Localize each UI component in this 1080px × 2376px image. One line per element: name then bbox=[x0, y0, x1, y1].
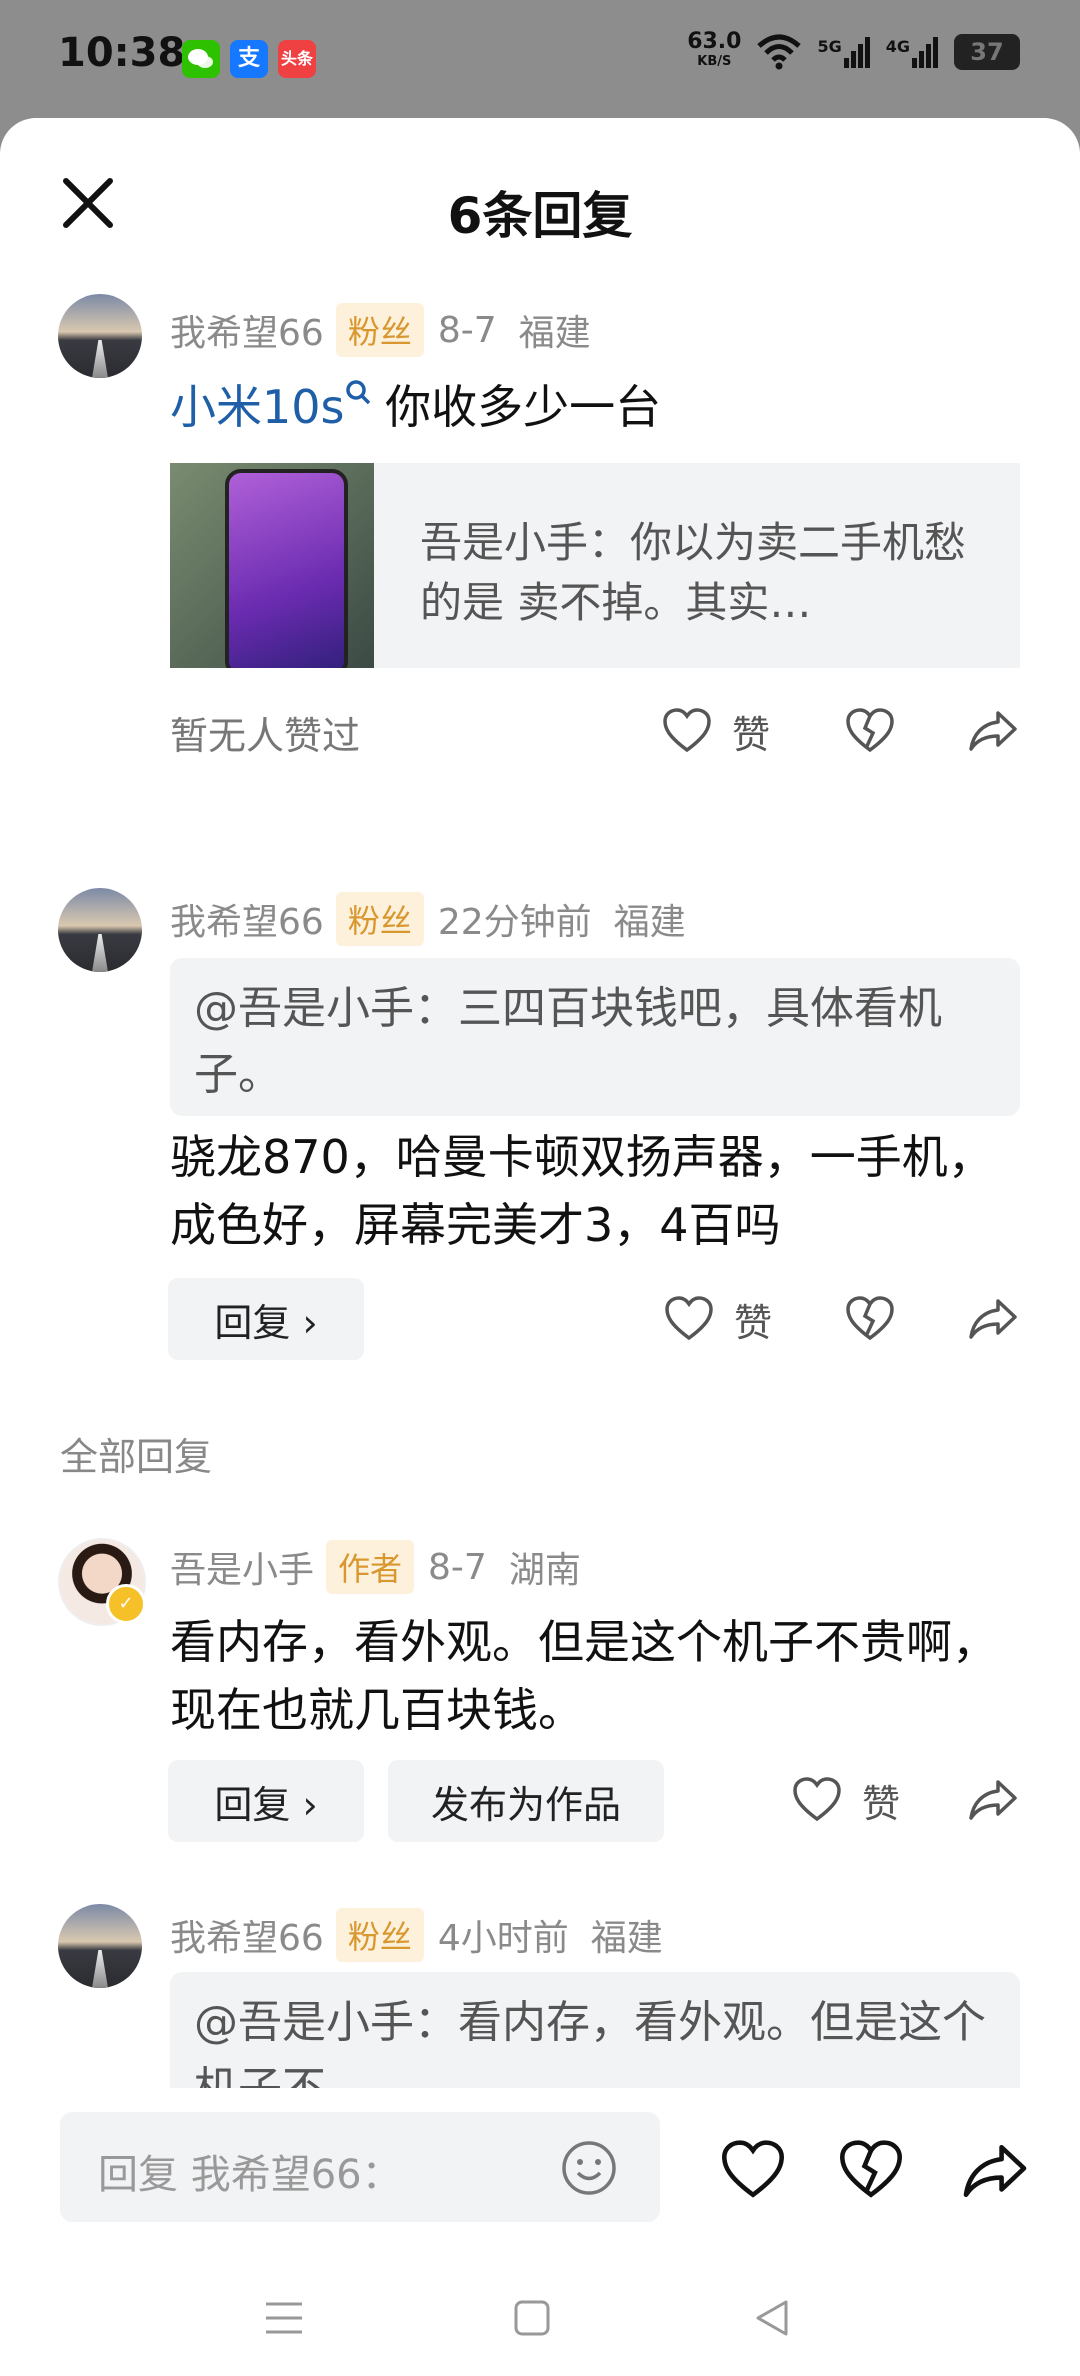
comment-time: 22分钟前 bbox=[437, 902, 592, 943]
comment-text: 骁龙870，哈曼卡顿双扬声器，一手机，成色好，屏幕完美才3，4百吗 bbox=[170, 1130, 994, 1252]
status-time: 10:38 bbox=[58, 30, 186, 76]
signal-5g-icon: 5G bbox=[817, 36, 870, 68]
toutiao-icon: 头条 bbox=[278, 40, 316, 78]
search-link[interactable]: 小米10s bbox=[170, 380, 371, 434]
fan-badge: 粉丝 bbox=[335, 1908, 424, 1962]
share-icon[interactable] bbox=[968, 1297, 1018, 1341]
quoted-reply[interactable]: @吾是小手：三四百块钱吧，具体看机子。 bbox=[170, 958, 1020, 1116]
username[interactable]: 我希望66 bbox=[170, 1909, 324, 1961]
reply-input-bar: 回复 我希望66： bbox=[0, 2088, 1080, 2258]
shared-post-card[interactable]: 吾是小手：你以为卖二手机愁的是 卖不掉。其实… bbox=[170, 463, 1020, 668]
username[interactable]: 我希望66 bbox=[170, 304, 324, 356]
comment-location: 福建 bbox=[613, 902, 686, 943]
comment-text: 小米10s 你收多少一台 bbox=[170, 380, 662, 434]
reply-location: 湖南 bbox=[508, 1550, 581, 1591]
post-thumbnail bbox=[170, 463, 374, 668]
reply-input-placeholder: 回复 我希望66： bbox=[98, 2152, 402, 2198]
no-likes-text: 暂无人赞过 bbox=[170, 714, 361, 758]
reply-input[interactable]: 回复 我希望66： bbox=[60, 2112, 660, 2222]
heart-icon bbox=[793, 1777, 841, 1822]
username[interactable]: 我希望66 bbox=[170, 893, 324, 945]
like-button[interactable]: 赞 bbox=[662, 701, 770, 761]
reply-time: 8-7 bbox=[428, 1546, 487, 1588]
alipay-icon: 支 bbox=[230, 40, 268, 78]
reply-location: 福建 bbox=[590, 1918, 663, 1959]
fan-badge: 粉丝 bbox=[335, 303, 424, 357]
reply-sheet: 6条回复 我希望66 粉丝 8-7 福建 小米10s 你收多少一台 吾是小手：你… bbox=[0, 118, 1080, 2376]
reply-text: 看内存，看外观。但是这个机子不贵啊，现在也就几百块钱。 bbox=[170, 1615, 998, 1737]
author-badge-icon: ✓ bbox=[106, 1584, 146, 1624]
back-icon[interactable] bbox=[752, 2298, 792, 2338]
share-icon[interactable] bbox=[962, 2142, 1028, 2200]
broken-heart-icon[interactable] bbox=[845, 1296, 895, 1342]
heart-icon bbox=[665, 1296, 713, 1341]
comment-actions: 暂无人赞过 赞 bbox=[170, 701, 1020, 761]
wechat-icon bbox=[182, 40, 220, 78]
broken-heart-icon[interactable] bbox=[845, 708, 895, 754]
reply-time: 4小时前 bbox=[437, 1918, 569, 1959]
reply-meta: 我希望66 粉丝 4小时前 福建 bbox=[170, 1908, 663, 1962]
status-indicators: 63.0 KB/S 5G 4G 37 bbox=[687, 29, 1020, 72]
emoji-icon[interactable] bbox=[560, 2139, 618, 2197]
reply-meta: 吾是小手 作者 8-7 湖南 bbox=[170, 1540, 581, 1594]
avatar[interactable] bbox=[58, 1904, 142, 1988]
comment-time: 8-7 bbox=[437, 309, 497, 351]
menu-icon[interactable] bbox=[262, 2298, 306, 2338]
comment-meta: 我希望66 粉丝 8-7 福建 bbox=[170, 303, 591, 357]
battery-icon: 37 bbox=[954, 34, 1020, 70]
signal-4g-icon: 4G bbox=[886, 36, 938, 68]
post-card-text: 吾是小手：你以为卖二手机愁的是 卖不掉。其实… bbox=[420, 518, 967, 627]
sheet-header: 6条回复 bbox=[0, 118, 1080, 288]
username[interactable]: 吾是小手 bbox=[170, 1541, 314, 1593]
system-nav-bar bbox=[0, 2258, 1080, 2376]
home-icon[interactable] bbox=[512, 2298, 552, 2338]
comment-actions: 赞 bbox=[170, 1289, 1020, 1349]
comment-location: 福建 bbox=[518, 313, 591, 354]
author-badge: 作者 bbox=[326, 1540, 415, 1594]
status-bar: 10:38 支 头条 63.0 KB/S 5G 4G 37 bbox=[0, 0, 1080, 118]
heart-icon bbox=[663, 708, 711, 753]
notification-icons: 支 头条 bbox=[182, 40, 316, 78]
like-button[interactable]: 赞 bbox=[792, 1770, 900, 1830]
wifi-icon bbox=[757, 34, 802, 70]
like-button[interactable]: 赞 bbox=[664, 1289, 772, 1349]
page-title: 6条回复 bbox=[447, 187, 633, 245]
share-icon[interactable] bbox=[968, 709, 1018, 753]
heart-icon[interactable] bbox=[720, 2140, 786, 2200]
avatar[interactable] bbox=[58, 888, 142, 972]
search-icon bbox=[345, 380, 370, 405]
section-title: 全部回复 bbox=[60, 1435, 213, 1479]
fan-badge: 粉丝 bbox=[335, 892, 424, 946]
share-icon[interactable] bbox=[968, 1778, 1018, 1822]
net-speed: 63.0 KB/S bbox=[687, 29, 742, 70]
comment-meta: 我希望66 粉丝 22分钟前 福建 bbox=[170, 892, 686, 946]
broken-heart-icon[interactable] bbox=[838, 2140, 904, 2200]
avatar[interactable] bbox=[58, 294, 142, 378]
reply-actions: 赞 bbox=[170, 1770, 1020, 1830]
